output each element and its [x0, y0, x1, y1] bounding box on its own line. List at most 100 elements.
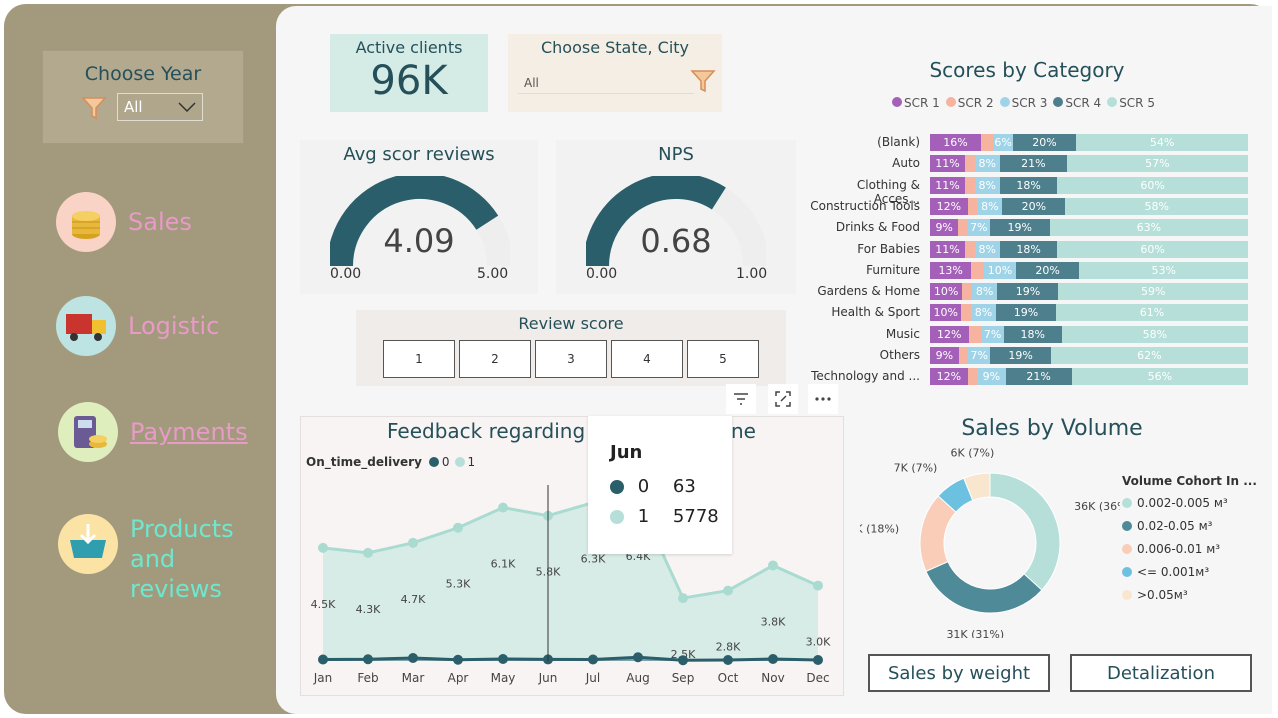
review-score-option-3[interactable]: 3 [535, 340, 607, 378]
bar-segment-scr2[interactable] [961, 304, 971, 322]
bar-segment-scr2[interactable] [964, 155, 975, 173]
coins-icon [56, 192, 116, 252]
bar-segment-scr2[interactable] [967, 197, 978, 215]
sales-volume-donut[interactable]: 36K (36%) 31K (31%) 18K (18%) 7K (7%) 6K (7%… [860, 448, 1120, 638]
bar-segment-scr4[interactable]: 21% [999, 155, 1067, 173]
bar-segment-scr3[interactable]: 8% [971, 283, 998, 301]
category-label: Drinks & Food [835, 220, 920, 235]
bar-segment-scr1[interactable]: 11% [930, 240, 965, 258]
bar-segment-scr3[interactable]: 8% [974, 155, 1000, 173]
bar-segment-scr1[interactable]: 16% [930, 134, 981, 151]
review-score-option-2[interactable]: 2 [459, 340, 531, 378]
bar-segment-scr5[interactable]: 57% [1066, 155, 1248, 173]
bar-segment-scr5[interactable]: 56% [1071, 368, 1248, 386]
review-score-slicer: Review score 1 2 3 4 5 [356, 310, 786, 386]
bar-segment-scr2[interactable] [962, 283, 972, 301]
bar-segment-scr4[interactable]: 20% [1012, 134, 1077, 151]
bar-segment-scr1[interactable]: 11% [930, 176, 965, 194]
series-1-data-label: 6.1K [491, 558, 516, 571]
review-score-option-1[interactable]: 1 [383, 340, 455, 378]
bar-segment-scr3[interactable]: 9% [977, 368, 1006, 386]
x-tick-label: Nov [761, 671, 784, 685]
series-0-point [498, 653, 508, 664]
bar-segment-scr4[interactable]: 19% [996, 304, 1056, 322]
category-label: Auto [892, 156, 920, 171]
x-tick-label: Dec [806, 671, 829, 685]
bar-segment-scr3[interactable]: 8% [977, 197, 1003, 215]
series-1-data-label: 2.8K [716, 641, 741, 654]
bar-segment-scr3[interactable]: 10% [984, 261, 1016, 279]
bar-segment-scr3[interactable]: 6% [993, 134, 1013, 151]
shopping-basket-icon [58, 514, 118, 574]
more-options-icon[interactable] [808, 384, 838, 414]
bar-segment-scr1[interactable]: 12% [930, 197, 968, 215]
bar-segment-scr5[interactable]: 60% [1057, 240, 1248, 258]
legend-volume-5: >0.05м³ [1122, 588, 1257, 602]
bar-segment-scr1[interactable]: 9% [930, 347, 959, 364]
series-1-point [363, 547, 373, 558]
bar-segment-scr5[interactable]: 54% [1076, 134, 1248, 151]
bar-segment-scr4[interactable]: 19% [990, 347, 1051, 364]
bar-segment-scr2[interactable] [964, 176, 975, 194]
bar-segment-scr1[interactable]: 13% [930, 261, 972, 279]
bar-segment-scr5[interactable]: 59% [1058, 283, 1248, 301]
nav-logistic[interactable]: Logistic [56, 296, 219, 356]
bar-segment-scr4[interactable]: 19% [997, 283, 1059, 301]
bar-segment-scr1[interactable]: 10% [930, 304, 962, 322]
series-1-point [318, 542, 328, 553]
bar-segment-scr3[interactable]: 7% [968, 347, 991, 364]
focus-mode-icon[interactable] [768, 384, 798, 414]
bar-segment-scr2[interactable] [967, 368, 978, 386]
bar-segment-scr1[interactable]: 9% [930, 219, 959, 237]
bar-segment-scr2[interactable] [968, 325, 982, 343]
bar-segment-scr4[interactable]: 19% [989, 219, 1050, 237]
bar-segment-scr5[interactable]: 58% [1065, 197, 1248, 215]
bar-segment-scr5[interactable]: 53% [1079, 261, 1248, 279]
bar-segment-scr2[interactable] [971, 261, 985, 279]
category-label: Technology and ... [811, 369, 920, 384]
bar-segment-scr3[interactable]: 7% [967, 219, 990, 237]
bar-segment-scr4[interactable]: 20% [1015, 261, 1080, 279]
nav-products-reviews[interactable]: Products and reviews [58, 514, 234, 603]
nav-sales[interactable]: Sales [56, 192, 192, 252]
avg-score-gauge-card: Avg scor reviews 4.09 0.00 5.00 [300, 140, 538, 294]
bar-segment-scr4[interactable]: 18% [999, 176, 1058, 194]
bar-segment-scr1[interactable]: 12% [930, 325, 969, 343]
detalization-button[interactable]: Detalization [1070, 654, 1252, 692]
bar-segment-scr5[interactable]: 58% [1061, 325, 1248, 343]
state-city-select[interactable]: All [518, 70, 694, 94]
bar-segment-scr2[interactable] [980, 134, 994, 151]
sales-by-weight-button[interactable]: Sales by weight [868, 654, 1050, 692]
bar-segment-scr2[interactable] [958, 219, 968, 237]
bar-segment-scr5[interactable]: 61% [1055, 304, 1248, 322]
bar-segment-scr4[interactable]: 20% [1002, 197, 1066, 215]
bar-segment-scr5[interactable]: 60% [1057, 176, 1248, 194]
nav-payments[interactable]: Payments [58, 402, 248, 462]
bar-segment-scr5[interactable]: 62% [1050, 347, 1248, 364]
series-0-point [813, 654, 823, 665]
nav-products-line2: and [130, 545, 176, 573]
year-filter-title: Choose Year [84, 63, 202, 85]
bar-segment-scr3[interactable]: 8% [974, 176, 1000, 194]
review-score-option-4[interactable]: 4 [611, 340, 683, 378]
bar-segment-scr4[interactable]: 21% [1005, 368, 1072, 386]
feedback-chart-plot[interactable]: 4.5K 4.3K4.7K5.3K6.1K5.8K6.3K 6.4K2.5K2.8K… [301, 417, 843, 695]
bar-segment-scr3[interactable]: 7% [981, 325, 1004, 343]
bar-segment-scr3[interactable]: 8% [974, 240, 1000, 258]
bar-segment-scr3[interactable]: 8% [970, 304, 997, 322]
bar-segment-scr1[interactable]: 11% [930, 155, 965, 173]
bar-segment-scr1[interactable]: 10% [930, 283, 963, 301]
bar-segment-scr2[interactable] [958, 347, 969, 364]
bar-segment-scr2[interactable] [964, 240, 975, 258]
series-1-point [723, 585, 733, 596]
review-score-option-5[interactable]: 5 [687, 340, 759, 378]
bar-segment-scr4[interactable]: 18% [999, 240, 1058, 258]
year-select[interactable]: All [117, 93, 203, 121]
donut-slice-label: 18K (18%) [860, 522, 899, 535]
nav-products-line1: Products [130, 515, 234, 543]
series-1-data-label: 3.8K [761, 615, 786, 628]
bar-segment-scr4[interactable]: 18% [1003, 325, 1062, 343]
filter-icon[interactable] [726, 384, 756, 414]
bar-segment-scr1[interactable]: 12% [930, 368, 968, 386]
bar-segment-scr5[interactable]: 63% [1049, 219, 1248, 237]
